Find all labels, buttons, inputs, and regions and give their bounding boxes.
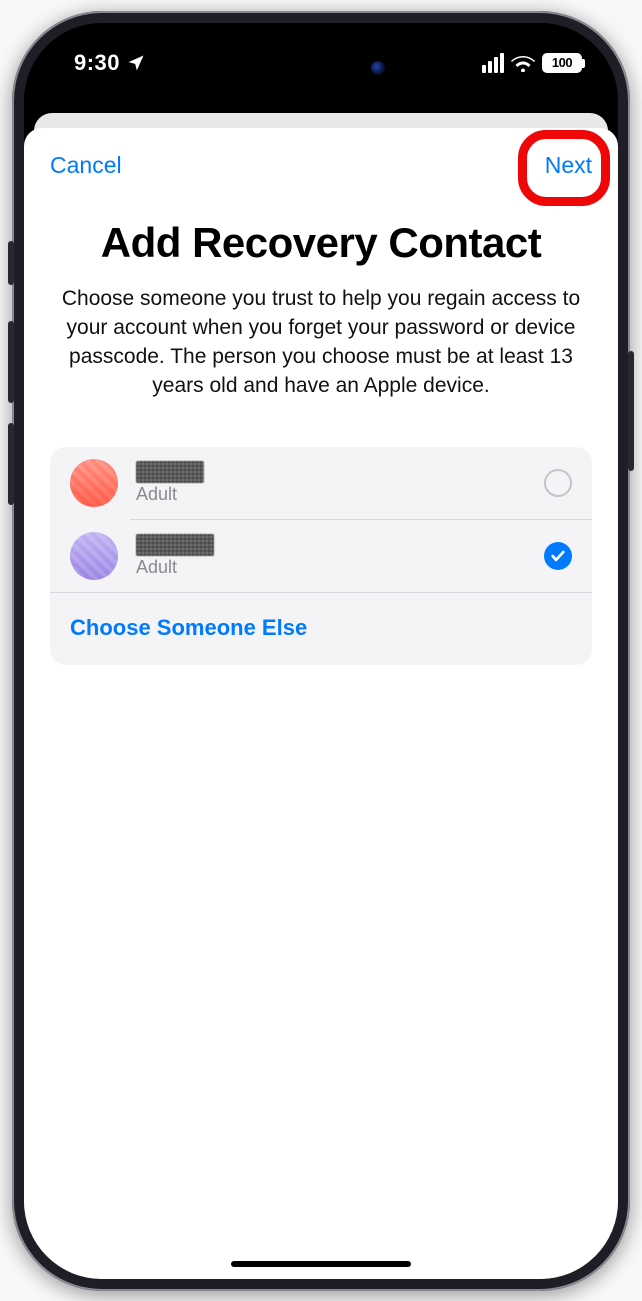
mute-switch <box>8 241 14 285</box>
checkmark-icon <box>550 548 566 564</box>
contact-row[interactable]: Adult <box>50 447 592 519</box>
avatar <box>70 459 118 507</box>
sheet-nav-bar: Cancel Next <box>24 128 618 189</box>
status-time: 9:30 <box>74 50 120 76</box>
page-title: Add Recovery Contact <box>50 219 592 267</box>
battery-icon: 100 <box>542 53 582 73</box>
contact-name-redacted <box>136 461 204 483</box>
contact-name-redacted <box>136 534 214 556</box>
contacts-list: Adult Adult <box>50 447 592 665</box>
page-subtitle: Choose someone you trust to help you reg… <box>50 285 592 401</box>
radio-unselected[interactable] <box>544 469 572 497</box>
contact-role: Adult <box>136 557 544 578</box>
location-icon <box>126 53 146 73</box>
cellular-signal-icon <box>482 53 504 73</box>
radio-selected[interactable] <box>544 542 572 570</box>
choose-someone-else-button[interactable]: Choose Someone Else <box>50 593 592 665</box>
home-indicator[interactable] <box>231 1261 411 1267</box>
volume-down-button <box>8 423 14 505</box>
front-camera <box>371 61 385 75</box>
contact-role: Adult <box>136 484 544 505</box>
iphone-frame: 9:30 100 Cancel Next <box>12 11 630 1291</box>
next-button[interactable]: Next <box>545 152 592 178</box>
modal-sheet: Cancel Next Add Recovery Contact Choose … <box>24 128 618 1279</box>
cancel-button[interactable]: Cancel <box>50 152 122 179</box>
power-button <box>628 351 634 471</box>
wifi-icon <box>511 54 535 72</box>
screen: 9:30 100 Cancel Next <box>24 23 618 1279</box>
contact-row[interactable]: Adult <box>50 520 592 592</box>
battery-level: 100 <box>552 55 572 70</box>
avatar <box>70 532 118 580</box>
volume-up-button <box>8 321 14 403</box>
